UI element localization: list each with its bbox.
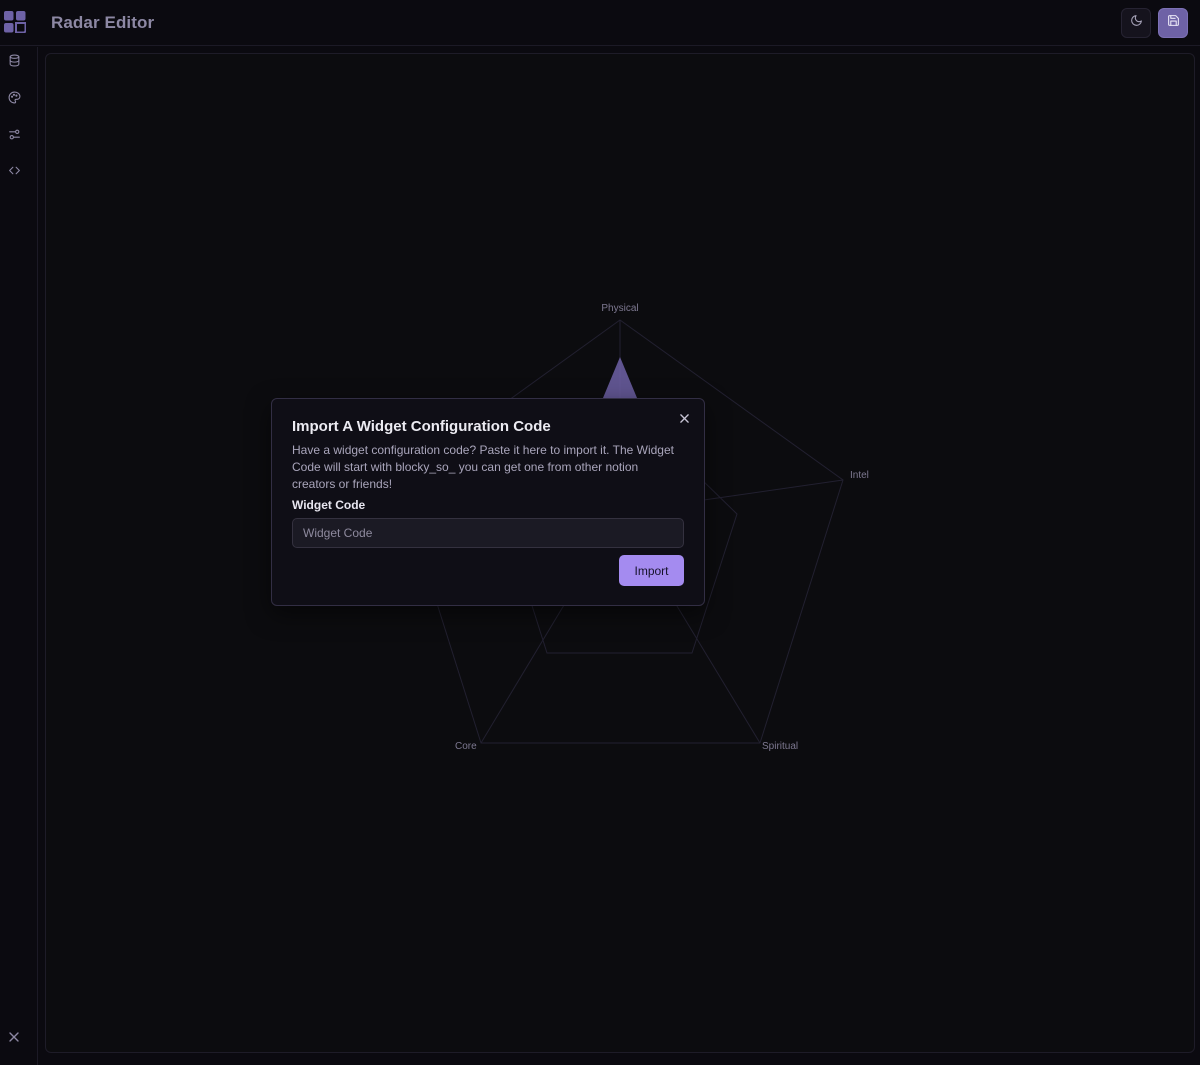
modal-description: Have a widget configuration code? Paste … <box>292 443 674 491</box>
axis-label-intel: Intel <box>850 470 869 481</box>
axis-label-spiritual: Spiritual <box>762 741 798 752</box>
modal-title: Import A Widget Configuration Code <box>292 418 551 435</box>
import-modal: Import A Widget Configuration Code Have … <box>271 398 705 606</box>
close-button[interactable] <box>677 412 691 426</box>
close-icon <box>679 410 689 428</box>
import-button[interactable]: Import <box>619 555 684 586</box>
axis-label-core: Core <box>455 741 477 752</box>
widget-code-label: Widget Code <box>292 498 366 512</box>
widget-code-input[interactable] <box>292 518 684 548</box>
axis-label-physical: Physical <box>601 303 638 314</box>
